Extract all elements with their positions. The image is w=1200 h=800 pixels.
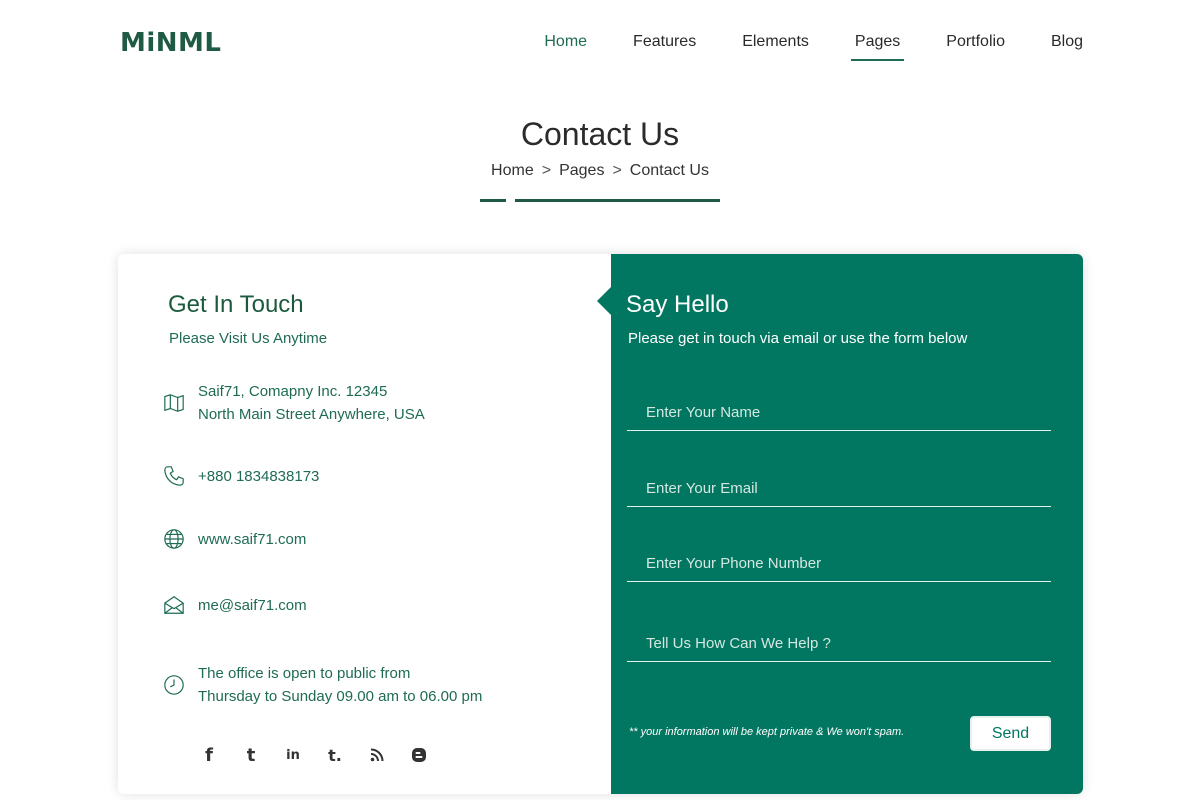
linkedin-icon[interactable]: in	[282, 744, 304, 766]
twitter-icon[interactable]: t	[240, 744, 262, 766]
globe-icon	[162, 527, 186, 551]
phone-number[interactable]: +880 1834838173	[198, 465, 319, 488]
nav-item-blog[interactable]: Blog	[1051, 33, 1083, 59]
social-links: f t in t.	[198, 744, 450, 766]
hours-row: The office is open to public from Thursd…	[162, 662, 482, 708]
address-line-1: Saif71, Comapny Inc. 12345	[198, 383, 388, 400]
contact-card: Get In Touch Please Visit Us Anytime Sai…	[118, 254, 1083, 794]
contact-form-panel: Say Hello Please get in touch via email …	[597, 254, 1083, 794]
email-row: me@saif71.com	[162, 593, 307, 617]
map-icon	[162, 391, 186, 415]
envelope-icon	[162, 593, 186, 617]
nav-item-pages[interactable]: Pages	[850, 33, 905, 61]
contact-info-panel: Get In Touch Please Visit Us Anytime Sai…	[118, 254, 611, 794]
website-row: www.saif71.com	[162, 527, 306, 551]
nav-item-portfolio[interactable]: Portfolio	[946, 33, 1005, 59]
main-nav: Home Features Elements Pages Portfolio B…	[498, 33, 1083, 61]
breadcrumb-separator: >	[612, 162, 622, 179]
breadcrumb-home[interactable]: Home	[491, 162, 534, 179]
rss-icon[interactable]	[366, 744, 388, 766]
get-in-touch-subtitle: Please Visit Us Anytime	[169, 330, 328, 347]
get-in-touch-title: Get In Touch	[168, 291, 304, 318]
say-hello-title: Say Hello	[626, 291, 729, 318]
hours-line-1: The office is open to public from	[198, 665, 411, 682]
breadcrumb-current: Contact Us	[629, 162, 709, 179]
blogger-icon[interactable]	[408, 744, 430, 766]
name-input[interactable]	[627, 395, 1051, 431]
facebook-icon[interactable]: f	[198, 744, 220, 766]
address-row: Saif71, Comapny Inc. 12345 North Main St…	[162, 380, 425, 426]
breadcrumb: Home > Pages > Contact Us	[0, 162, 1200, 180]
clock-icon	[162, 673, 186, 697]
title-divider-short	[480, 199, 506, 202]
email-link[interactable]: me@saif71.com	[198, 594, 307, 617]
page-title: Contact Us	[520, 116, 680, 152]
privacy-note: ** your information will be kept private…	[629, 726, 905, 738]
message-input[interactable]	[627, 626, 1051, 662]
email-input[interactable]	[627, 471, 1051, 507]
nav-item-home[interactable]: Home	[544, 33, 587, 59]
tumblr-icon[interactable]: t.	[324, 744, 346, 766]
send-button[interactable]: Send	[970, 716, 1051, 751]
nav-item-features[interactable]: Features	[633, 33, 696, 59]
title-divider-long	[515, 199, 720, 202]
phone-icon	[162, 464, 186, 488]
breadcrumb-separator: >	[541, 162, 552, 179]
hours-line-2: Thursday to Sunday 09.00 am to 06.00 pm	[198, 688, 483, 705]
say-hello-subtitle: Please get in touch via email or use the…	[628, 330, 968, 347]
phone-input[interactable]	[627, 546, 1051, 582]
nav-item-elements[interactable]: Elements	[742, 33, 809, 59]
phone-row: +880 1834838173	[162, 464, 319, 488]
logo[interactable]: MiNML	[120, 28, 222, 58]
breadcrumb-pages[interactable]: Pages	[559, 162, 604, 179]
site-header: MiNML Home Features Elements Pages Portf…	[0, 0, 1200, 90]
address-line-2: North Main Street Anywhere, USA	[198, 406, 425, 423]
website-link[interactable]: www.saif71.com	[198, 528, 306, 551]
